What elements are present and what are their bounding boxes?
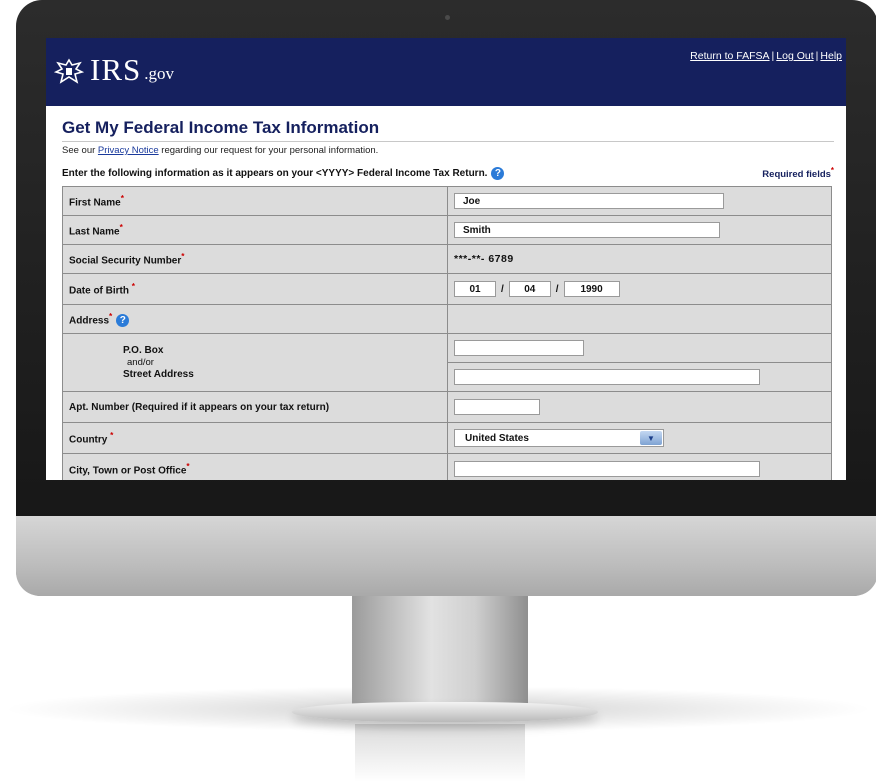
last-name-label-cell: Last Name* (62, 215, 448, 246)
logo-text: IRS (90, 52, 142, 87)
country-selected-value: United States (465, 432, 529, 444)
address-header-cell (447, 304, 832, 335)
required-marker: * (120, 193, 124, 204)
apt-number-input[interactable] (454, 399, 540, 416)
country-field-cell: United States ▼ (447, 422, 832, 455)
monitor-chin (16, 516, 876, 596)
page-title: Get My Federal Income Tax Information (62, 118, 834, 142)
first-name-input[interactable]: Joe (454, 193, 724, 210)
city-field-cell (447, 453, 832, 480)
form-row-dob: Date of Birth * 01 / 04 / 1990 (62, 273, 832, 306)
dob-label: Date of Birth (69, 285, 129, 297)
log-out-link[interactable]: Log Out (776, 50, 813, 62)
apt-label: Apt. Number (Required if it appears on y… (69, 401, 330, 413)
monitor-stand-neck (352, 596, 528, 708)
form-row-first-name: First Name* Joe (62, 186, 832, 217)
return-to-fafsa-link[interactable]: Return to FAFSA (690, 50, 769, 62)
po-box-label: P.O. Box (123, 344, 164, 356)
address-help-icon[interactable]: ? (116, 314, 130, 328)
camera-icon (445, 15, 450, 20)
address-label: Address (69, 315, 110, 327)
help-icon[interactable]: ? (491, 166, 505, 180)
form-row-po-box: P.O. Box and/or Street Address (62, 333, 832, 393)
street-address-input[interactable] (454, 369, 760, 386)
last-name-field-cell: Smith (447, 215, 832, 246)
po-box-input[interactable] (454, 340, 584, 357)
ssn-value: ***-**- 6789 (454, 253, 514, 266)
required-marker: * (109, 311, 113, 322)
help-link[interactable]: Help (820, 50, 842, 62)
notice-prefix: See our (62, 145, 98, 156)
monitor-reflection (355, 724, 525, 782)
dob-year-input[interactable]: 1990 (563, 281, 620, 298)
country-label-cell: Country * (62, 422, 448, 455)
required-marker: * (830, 166, 834, 175)
required-marker: * (119, 222, 123, 233)
last-name-input[interactable]: Smith (454, 222, 720, 239)
form-row-city: City, Town or Post Office* (62, 453, 832, 480)
ssn-label-cell: Social Security Number* (62, 244, 448, 275)
form-row-last-name: Last Name* Smith (62, 215, 832, 246)
city-label-cell: City, Town or Post Office* (62, 453, 448, 480)
instruction-row: Enter the following information as it ap… (62, 166, 834, 180)
country-label: Country (69, 434, 108, 446)
instruction-label: Enter the following information as it ap… (62, 167, 488, 179)
tax-info-form: First Name* Joe Last Name* Smith Social … (62, 186, 832, 480)
dob-day-input[interactable]: 04 (508, 281, 551, 298)
chevron-down-icon[interactable]: ▼ (640, 431, 662, 446)
city-label: City, Town or Post Office (69, 465, 187, 477)
apt-field-cell (447, 391, 832, 424)
andor-label: and/or (127, 356, 154, 368)
date-separator: / (555, 283, 559, 295)
po-box-field-cell (447, 333, 832, 364)
date-separator: / (501, 283, 504, 295)
required-fields-label: Required fields (762, 169, 831, 181)
first-name-field-cell: Joe (447, 186, 832, 217)
form-row-ssn: Social Security Number* ***-**- 6789 (62, 244, 832, 275)
street-address-label: Street Address (123, 368, 194, 380)
monitor-stand-base (292, 702, 598, 722)
ssn-label: Social Security Number (69, 255, 182, 267)
irs-logo[interactable]: IRS .gov (54, 52, 174, 87)
first-name-label-cell: First Name* (62, 186, 448, 217)
privacy-notice-link[interactable]: Privacy Notice (98, 145, 159, 156)
dob-month-input[interactable]: 01 (454, 281, 496, 298)
notice-suffix: regarding our request for your personal … (158, 145, 379, 156)
link-separator: | (771, 50, 775, 62)
required-marker: * (186, 461, 190, 472)
instruction-text: Enter the following information as it ap… (62, 166, 505, 180)
eagle-seal-icon (54, 58, 84, 84)
main-content: Get My Federal Income Tax Information Se… (46, 106, 846, 480)
country-select[interactable]: United States ▼ (454, 429, 664, 448)
required-marker: * (181, 251, 185, 262)
first-name-label: First Name (69, 197, 121, 209)
address-label-cell: Address*? (62, 304, 448, 335)
dob-field-cell: 01 / 04 / 1990 (447, 273, 832, 306)
monitor-screen: IRS .gov Return to FAFSA | Log Out | Help Ge… (46, 38, 846, 480)
dob-label-cell: Date of Birth * (62, 273, 448, 306)
form-row-country: Country * United States ▼ (62, 422, 832, 455)
header-links: Return to FAFSA | Log Out | Help (690, 50, 842, 62)
ssn-field-cell: ***-**- 6789 (447, 244, 832, 275)
link-separator: | (815, 50, 819, 62)
last-name-label: Last Name (69, 226, 120, 238)
street-field-cell (447, 362, 832, 393)
privacy-notice-text: See our Privacy Notice regarding our req… (62, 145, 834, 156)
logo-suffix: .gov (144, 64, 174, 83)
address-sub-labels: P.O. Box and/or Street Address (69, 345, 441, 381)
site-header: IRS .gov Return to FAFSA | Log Out | Help (46, 38, 846, 106)
required-fields-note: Required fields* (762, 166, 834, 180)
po-box-label-cell: P.O. Box and/or Street Address (62, 333, 448, 393)
apt-label-cell: Apt. Number (Required if it appears on y… (62, 391, 448, 424)
required-marker: * (110, 430, 114, 441)
city-input[interactable] (454, 461, 760, 478)
form-row-apt: Apt. Number (Required if it appears on y… (62, 391, 832, 424)
form-row-address: Address*? (62, 304, 832, 335)
required-marker: * (131, 281, 136, 292)
